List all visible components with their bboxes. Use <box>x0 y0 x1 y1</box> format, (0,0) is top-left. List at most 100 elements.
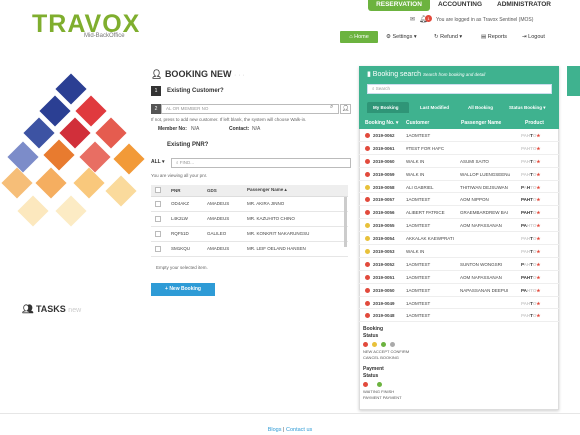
booking-row[interactable]: 2019-0060 WALK IN ASUMI SAITO PAHTO★ <box>359 155 559 168</box>
booking-no[interactable]: 2019-0056 <box>373 210 395 215</box>
booking-no[interactable]: 2019-0054 <box>373 236 395 241</box>
tab-all-booking[interactable]: All Booking <box>468 105 493 110</box>
member-search-input[interactable]: AL OR MEMBER NO <box>161 104 339 114</box>
nav-settings[interactable]: ⚙ Settings ▾ <box>386 31 417 43</box>
star-icon[interactable]: ★ <box>536 249 540 254</box>
booking-search-input[interactable]: ⌕ Search <box>367 84 552 94</box>
chevron-down-icon: ▾ <box>412 34 417 40</box>
column-header[interactable]: Passenger Name <box>461 120 501 126</box>
booking-no[interactable]: 2019-0059 <box>373 172 395 177</box>
booking-no[interactable]: 2019-0050 <box>373 288 395 293</box>
row-checkbox[interactable] <box>151 196 167 212</box>
booking-no[interactable]: 2019-0061 <box>373 146 395 151</box>
booking-row[interactable]: 2019-0061 #TEST FOR HAFC PAHTO★ <box>359 142 559 155</box>
booking-row[interactable]: 2019-0053 WALK IN PAHTO★ <box>359 245 559 258</box>
search-icon[interactable]: ⌕ <box>330 104 333 111</box>
nav-home[interactable]: ⌂ Home <box>340 31 378 43</box>
column-header[interactable]: Customer <box>406 120 429 126</box>
booking-new-title-text: BOOKING NEW <box>164 69 232 79</box>
booking-row[interactable]: 2019-0055 1AOMTEST AOM NAPASSANAN PAHTO★ <box>359 219 559 233</box>
tab-my-booking[interactable]: My Booking <box>373 105 399 110</box>
booking-row[interactable]: 2019-0052 1AOMTEST SUNTON WONGSRI PAHTO★ <box>359 258 559 271</box>
tab-status-booking[interactable]: Status Booking ▾ <box>509 105 546 111</box>
tab-administrator[interactable]: ADMINISTRATOR <box>496 0 552 11</box>
passenger-cell: MR. LEIF OELAND HANSEN <box>243 241 348 257</box>
select-all-checkbox[interactable] <box>151 185 167 197</box>
mail-icon[interactable]: ✉ <box>410 16 415 23</box>
pnr-find-placeholder: FIND... <box>179 160 195 165</box>
table-row[interactable]: SM1KQU AMADEUS MR. LEIF OELAND HANSEN <box>151 241 348 257</box>
booking-no[interactable]: 2019-0062 <box>373 133 395 138</box>
star-icon[interactable]: ★ <box>536 185 540 190</box>
star-icon[interactable]: ★ <box>536 210 540 215</box>
booking-row[interactable]: 2019-0048 1AOMTEST PAHTO★ <box>359 309 559 323</box>
booking-row[interactable]: 2019-0049 1AOMTEST PAHTO★ <box>359 297 559 310</box>
row-checkbox[interactable] <box>151 211 167 227</box>
star-icon[interactable]: ★ <box>536 288 540 293</box>
booking-row[interactable]: 2019-0054 AKKALAK KAEWPRATI PAHTO★ <box>359 232 559 246</box>
row-checkbox[interactable] <box>151 226 167 242</box>
star-icon[interactable]: ★ <box>536 301 540 306</box>
footer-blogs-link[interactable]: Blogs <box>268 427 282 433</box>
column-header[interactable]: Passenger Name ▴ <box>243 185 348 197</box>
gds-cell: AMADEUS <box>203 196 243 212</box>
star-icon[interactable]: ★ <box>536 197 540 202</box>
star-icon[interactable]: ★ <box>536 146 540 151</box>
booking-row[interactable]: 2019-0058 ALI GABRIEL THITIWAN DEJSUWAN PAH… <box>359 181 559 194</box>
star-icon[interactable]: ★ <box>536 236 540 241</box>
booking-no[interactable]: 2019-0052 <box>373 262 395 267</box>
booking-no[interactable]: 2019-0048 <box>373 313 395 318</box>
column-header[interactable]: GDS <box>203 185 243 197</box>
booking-no[interactable]: 2019-0058 <box>373 185 395 190</box>
booking-row[interactable]: 2019-0059 WALK IN WALLOP LUENGSEENu PAHTO★ <box>359 168 559 181</box>
booking-search-title: ▮ Booking search Search from booking and… <box>367 70 485 78</box>
new-booking-button[interactable]: + New Booking <box>151 283 215 296</box>
filter-select[interactable]: ALL ▾ <box>151 159 165 165</box>
tab-last-modified[interactable]: Last Modified <box>420 105 449 110</box>
booking-no[interactable]: 2019-0060 <box>373 159 395 164</box>
booking-row[interactable]: 2019-0062 1AOMTEST PAHTO★ <box>359 129 559 142</box>
star-icon[interactable]: ★ <box>536 262 540 267</box>
column-header[interactable]: PNR <box>167 185 203 197</box>
star-icon[interactable]: ★ <box>536 133 540 138</box>
footer-contact-link[interactable]: Contact us <box>286 427 312 433</box>
add-customer-button[interactable]: 👤︎ <box>340 104 351 114</box>
booking-no[interactable]: 2019-0051 <box>373 275 395 280</box>
star-icon[interactable]: ★ <box>536 172 540 177</box>
star-icon[interactable]: ★ <box>536 159 540 164</box>
decorative-diamond-pattern <box>0 60 150 260</box>
product-flags: PAHTO★ <box>521 288 540 294</box>
tab-status-booking-label: Status Booking <box>509 105 543 110</box>
booking-row[interactable]: 2019-0057 1AOMTEST AOM NIPPON PAHTO★ <box>359 193 559 207</box>
star-icon[interactable]: ★ <box>536 313 540 318</box>
customer-cell: ALI GABRIEL <box>406 184 434 190</box>
scrollbar[interactable] <box>344 197 347 247</box>
nav-refund-label: Refund <box>440 34 458 40</box>
nav-refund[interactable]: ↻ Refund ▾ <box>434 31 462 43</box>
booking-no[interactable]: 2019-0055 <box>373 223 395 228</box>
booking-row[interactable]: 2019-0056 ALIBERT PATRICE GRAEMBARDREW BAI… <box>359 206 559 220</box>
booking-row[interactable]: 2019-0051 1AOMTEST AOM NAPASSANAN PAHTO★ <box>359 271 559 284</box>
star-icon[interactable]: ★ <box>536 223 540 228</box>
booking-no[interactable]: 2019-0049 <box>373 301 395 306</box>
table-row[interactable]: RQF51D GALILEO MR. KONKRIT NAKARUNGSU <box>151 226 348 242</box>
nav-logout[interactable]: ⇥ Logout <box>522 31 545 43</box>
table-row[interactable]: OD4AKZ AMADEUS MR. AKIRA JINNO <box>151 196 348 212</box>
booking-no[interactable]: 2019-0057 <box>373 197 395 202</box>
row-checkbox[interactable] <box>151 241 167 257</box>
table-row[interactable]: L4K2LW AMADEUS MR. KAZUHITO CHINO <box>151 211 348 227</box>
column-header[interactable]: Booking No. ▾ <box>365 120 398 126</box>
pnr-find-input[interactable]: ⌕ FIND... <box>171 158 351 168</box>
booking-new-faint: · · · <box>233 72 245 79</box>
tab-accounting[interactable]: ACCOUNTING <box>435 0 485 11</box>
nav-reports[interactable]: ▤ Reports <box>481 31 507 43</box>
star-icon[interactable]: ★ <box>536 275 540 280</box>
booking-row[interactable]: 2019-0050 1AOMTEST NAPASSANAN DEEPUI PAHTO★ <box>359 284 559 297</box>
product-flags: PAHTO★ <box>521 172 540 178</box>
booking-no[interactable]: 2019-0053 <box>373 249 395 254</box>
footer-divider <box>0 413 580 414</box>
column-header[interactable]: Product <box>525 120 544 126</box>
tab-reservation[interactable]: RESERVATION <box>368 0 430 11</box>
status-dot <box>365 236 370 242</box>
status-dot <box>365 287 370 293</box>
